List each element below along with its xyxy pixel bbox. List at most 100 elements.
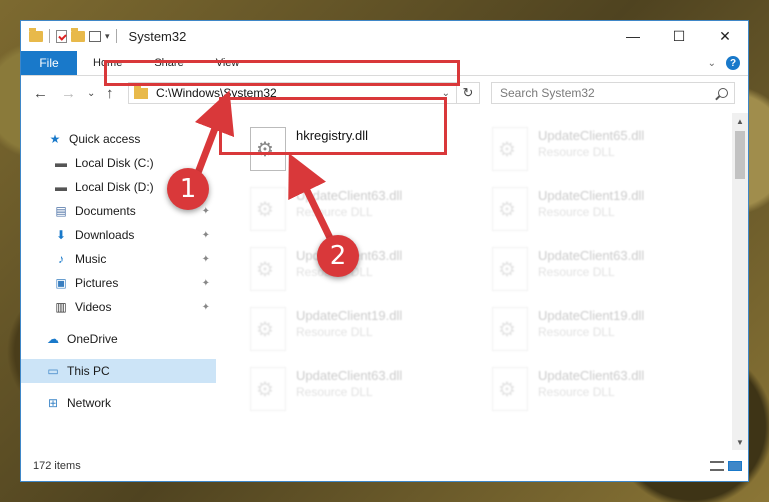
quick-access-toolbar: ▾ [21,27,119,43]
sidebar-item-label: Local Disk (C:) [75,156,154,170]
dll-file-icon [492,127,528,171]
dll-file-icon [492,367,528,411]
pin-icon[interactable]: ✦ [202,206,210,217]
sidebar-item[interactable]: ♪ Music ✦ [21,247,216,271]
file-type: Resource DLL [296,325,373,339]
address-highlight-box [104,60,460,86]
sidebar-item-label: OneDrive [67,332,118,346]
file-name: UpdateClient65.dll [538,128,645,143]
file-item[interactable]: UpdateClient63.dll Resource DLL [482,241,712,301]
sidebar-item-label: This PC [67,364,110,378]
maximize-button[interactable]: ☐ [656,21,702,51]
search-placeholder: Search System32 [500,86,595,100]
refresh-button[interactable]: ↻ [456,83,479,103]
cloud-icon: ☁ [47,332,59,346]
file-type: Resource DLL [538,325,615,339]
scroll-down-icon[interactable]: ▼ [732,434,748,450]
file-item[interactable]: UpdateClient63.dll Resource DLL [240,181,470,241]
file-type: Resource DLL [538,265,615,279]
file-explorer-window: ▾ System32 — ☐ ✕ File Home Share View ⌄ … [20,20,749,482]
customize-toolbar-icon[interactable]: ▾ [105,31,110,42]
recent-locations-button[interactable]: ⌄ [87,88,95,99]
dll-file-icon [250,367,286,411]
dll-file-icon [492,187,528,231]
video-icon: ▥ [55,300,67,314]
sidebar-item-label: Local Disk (D:) [75,180,154,194]
sidebar-item-label: Videos [75,300,112,314]
music-icon: ♪ [58,252,64,266]
view-switcher [710,461,742,471]
file-highlight-box [219,97,447,155]
file-name: UpdateClient63.dll [538,368,645,383]
file-item[interactable]: UpdateClient19.dll Resource DLL [482,181,712,241]
file-type: Resource DLL [296,385,373,399]
file-name: UpdateClient63.dll [296,368,403,383]
title-bar: ▾ System32 — ☐ ✕ [21,21,748,51]
window-title: System32 [128,28,187,44]
network-icon: ⊞ [47,396,59,410]
divider [49,29,50,43]
star-icon: ★ [49,132,61,146]
tab-file[interactable]: File [21,51,77,75]
status-bar: 172 items [21,451,748,481]
dll-file-icon [492,247,528,291]
minimize-button[interactable]: — [610,21,656,51]
file-type: Resource DLL [538,205,615,219]
file-item[interactable]: UpdateClient65.dll Resource DLL [482,121,712,181]
file-item[interactable]: UpdateClient19.dll Resource DLL [482,301,712,361]
details-view-icon[interactable] [710,461,724,471]
file-name: UpdateClient63.dll [296,188,403,203]
drive-icon: ▬ [55,180,67,194]
step-2-badge: 2 [317,235,359,277]
scroll-up-icon[interactable]: ▲ [732,113,748,129]
forward-button[interactable]: → [61,85,76,102]
large-icons-view-icon[interactable] [728,461,742,471]
pin-icon[interactable]: ✦ [202,302,210,313]
help-icon[interactable]: ? [726,56,740,70]
search-input[interactable]: Search System32 [491,82,735,104]
file-item[interactable]: UpdateClient63.dll Resource DLL [482,361,712,421]
up-button[interactable]: ↑ [106,85,114,102]
pin-icon[interactable]: ✦ [202,278,210,289]
close-button[interactable]: ✕ [702,21,748,51]
file-list: hkregistry.dllUpdateClient65.dllResource… [234,113,731,450]
sidebar-item[interactable]: ★ Quick access [21,127,216,151]
sidebar-item[interactable]: ▭ This PC [21,359,216,383]
file-name: UpdateClient19.dll [538,188,645,203]
sidebar-item[interactable]: ▣ Pictures ✦ [21,271,216,295]
file-name: UpdateClient63.dll [538,248,645,263]
file-name: UpdateClient19.dll [538,308,645,323]
file-type: Resource DLL [538,145,615,159]
dll-file-icon [250,187,286,231]
sidebar-item[interactable]: ⊞ Network [21,391,216,415]
scroll-thumb[interactable] [735,131,745,179]
sidebar-item[interactable]: ▥ Videos ✦ [21,295,216,319]
file-item[interactable]: UpdateClient63.dll Resource DLL [240,361,470,421]
sidebar-item-label: Quick access [69,132,141,146]
pictures-icon: ▣ [55,276,67,290]
folder-icon [29,27,43,42]
ribbon-controls: ⌄ ? [708,51,748,75]
vertical-scrollbar[interactable]: ▲ ▼ [732,113,748,450]
new-folder-icon[interactable] [71,27,85,42]
item-count: 172 items [33,460,81,472]
expand-ribbon-icon[interactable]: ⌄ [708,58,716,69]
sidebar-item-label: Documents [75,204,136,218]
pin-icon[interactable]: ✦ [202,254,210,265]
folder-icon [134,84,148,99]
sidebar-item-label: Pictures [75,276,119,290]
pin-icon[interactable]: ✦ [202,230,210,241]
search-icon[interactable] [718,88,728,98]
properties-icon[interactable] [89,30,101,42]
document-icon: ▤ [55,204,67,218]
file-type: Resource DLL [538,385,615,399]
navigation-pane: ★ Quick access ▬ Local Disk (C:) ▬ Local Disk… [21,113,216,450]
sidebar-item[interactable]: ⬇ Downloads ✦ [21,223,216,247]
back-button[interactable]: ← [33,85,48,102]
sidebar-item-label: Downloads [75,228,135,242]
sidebar-item[interactable]: ☁ OneDrive [21,327,216,351]
file-type: Resource DLL [296,205,373,219]
sidebar-item-label: Network [67,396,112,410]
properties-check-icon[interactable] [56,29,67,43]
file-item[interactable]: UpdateClient19.dll Resource DLL [240,301,470,361]
